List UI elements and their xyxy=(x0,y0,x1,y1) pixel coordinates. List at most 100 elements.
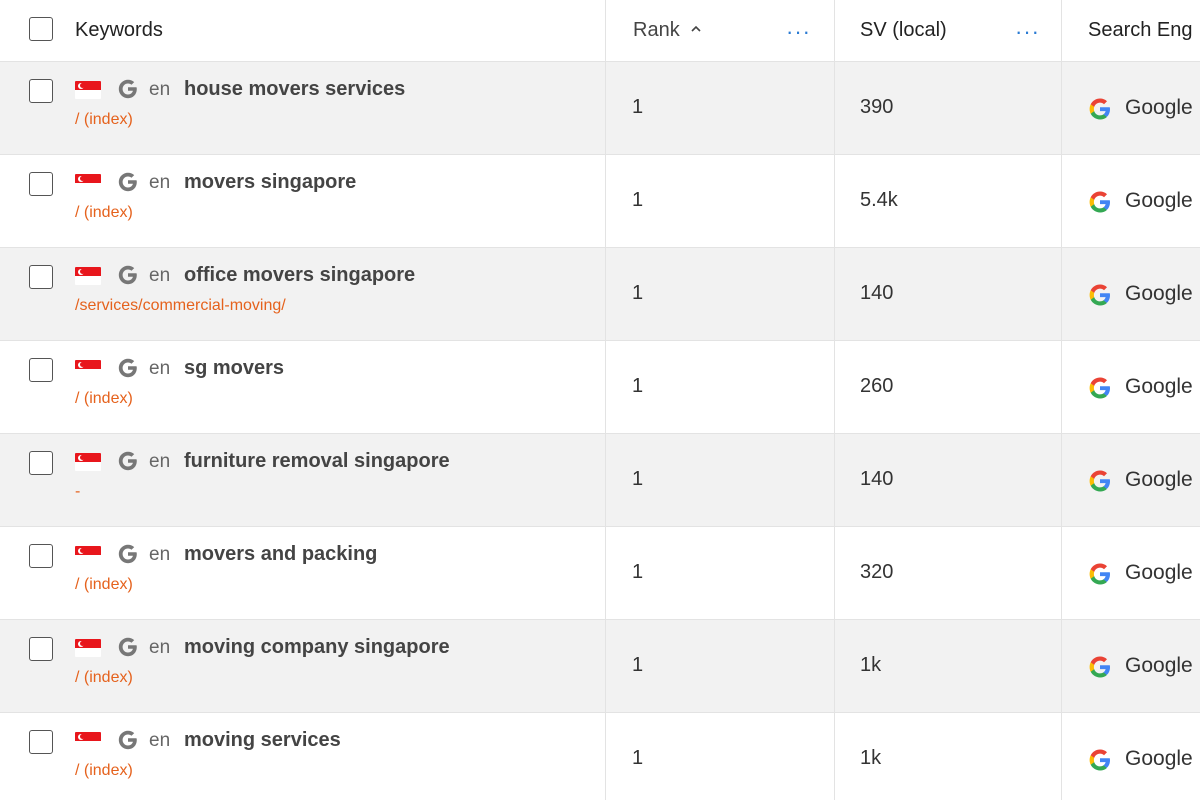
search-engine-name: Google xyxy=(1125,468,1193,491)
row-checkbox[interactable] xyxy=(29,265,53,289)
search-engine-cell: Google xyxy=(1062,155,1200,247)
table-row[interactable]: en house movers services / (index) 1 390… xyxy=(0,62,1200,155)
google-g-color-icon xyxy=(1089,749,1110,771)
rank-value: 1 xyxy=(632,561,644,583)
sv-more-options-icon[interactable]: ··· xyxy=(1015,21,1040,43)
ranking-url-link[interactable]: / (index) xyxy=(75,669,133,687)
language-code: en xyxy=(149,451,171,472)
rank-value: 1 xyxy=(632,468,644,490)
google-g-color-icon xyxy=(1089,563,1110,585)
table-row[interactable]: en moving company singapore / (index) 1 … xyxy=(0,620,1200,713)
sv-value: 140 xyxy=(860,468,894,490)
chevron-up-icon[interactable] xyxy=(691,24,701,34)
header-sv-cell[interactable]: SV (local) ··· xyxy=(835,0,1062,61)
singapore-flag-icon xyxy=(75,639,101,657)
rank-cell: 1 xyxy=(606,713,835,800)
rank-value: 1 xyxy=(632,375,644,397)
google-g-gray-icon xyxy=(118,265,137,285)
singapore-flag-icon xyxy=(75,81,101,99)
singapore-flag-icon xyxy=(75,174,101,192)
singapore-flag-icon xyxy=(75,546,101,564)
rank-more-options-icon[interactable]: ··· xyxy=(786,21,811,43)
sv-cell: 260 xyxy=(835,341,1062,433)
table-row[interactable]: en moving services / (index) 1 1k Google xyxy=(0,713,1200,800)
select-all-checkbox[interactable] xyxy=(29,17,53,41)
row-checkbox[interactable] xyxy=(29,637,53,661)
google-g-gray-icon xyxy=(118,730,137,750)
rank-cell: 1 xyxy=(606,620,835,712)
ranking-url-link[interactable]: / (index) xyxy=(75,111,133,129)
ranking-url-link[interactable]: / (index) xyxy=(75,576,133,594)
keyword-text[interactable]: movers singapore xyxy=(184,171,356,194)
keywords-table: Keywords Rank ··· SV (local) ··· Search … xyxy=(0,0,1200,800)
header-search-engine-cell[interactable]: Search Eng xyxy=(1062,0,1200,61)
sv-value: 1k xyxy=(860,654,882,676)
header-search-engine-label[interactable]: Search Eng xyxy=(1088,19,1193,42)
ranking-url-link[interactable]: /services/commercial-moving/ xyxy=(75,297,286,315)
google-g-color-icon xyxy=(1089,656,1110,678)
keyword-cell: en house movers services / (index) xyxy=(0,62,606,154)
keyword-cell: en movers and packing / (index) xyxy=(0,527,606,619)
header-keywords-cell: Keywords xyxy=(0,0,606,61)
ranking-url-link[interactable]: - xyxy=(75,483,80,501)
rank-cell: 1 xyxy=(606,155,835,247)
language-code: en xyxy=(149,544,171,565)
header-keywords-label[interactable]: Keywords xyxy=(75,19,163,42)
sv-value: 390 xyxy=(860,96,894,118)
sv-cell: 140 xyxy=(835,248,1062,340)
sv-cell: 140 xyxy=(835,434,1062,526)
keyword-text[interactable]: house movers services xyxy=(184,78,405,101)
table-row[interactable]: en movers and packing / (index) 1 320 Go… xyxy=(0,527,1200,620)
header-rank-label[interactable]: Rank xyxy=(633,19,680,42)
keyword-cell: en moving company singapore / (index) xyxy=(0,620,606,712)
rank-value: 1 xyxy=(632,96,644,118)
singapore-flag-icon xyxy=(75,732,101,750)
google-g-gray-icon xyxy=(118,358,137,378)
search-engine-name: Google xyxy=(1125,747,1193,770)
row-checkbox[interactable] xyxy=(29,172,53,196)
ranking-url-link[interactable]: / (index) xyxy=(75,204,133,222)
rank-value: 1 xyxy=(632,282,644,304)
google-g-gray-icon xyxy=(118,79,137,99)
google-g-color-icon xyxy=(1089,191,1110,213)
table-row[interactable]: en office movers singapore /services/com… xyxy=(0,248,1200,341)
sv-value: 140 xyxy=(860,282,894,304)
table-row[interactable]: en sg movers / (index) 1 260 Google xyxy=(0,341,1200,434)
singapore-flag-icon xyxy=(75,267,101,285)
search-engine-cell: Google xyxy=(1062,248,1200,340)
keyword-text[interactable]: furniture removal singapore xyxy=(184,450,450,473)
language-code: en xyxy=(149,730,171,751)
sv-value: 320 xyxy=(860,561,894,583)
search-engine-name: Google xyxy=(1125,561,1193,584)
google-g-gray-icon xyxy=(118,544,137,564)
language-code: en xyxy=(149,358,171,379)
search-engine-cell: Google xyxy=(1062,62,1200,154)
keyword-cell: en movers singapore / (index) xyxy=(0,155,606,247)
language-code: en xyxy=(149,79,171,100)
rank-cell: 1 xyxy=(606,527,835,619)
keyword-text[interactable]: sg movers xyxy=(184,357,284,380)
row-checkbox[interactable] xyxy=(29,544,53,568)
search-engine-cell: Google xyxy=(1062,434,1200,526)
keyword-text[interactable]: movers and packing xyxy=(184,543,377,566)
row-checkbox[interactable] xyxy=(29,358,53,382)
row-checkbox[interactable] xyxy=(29,451,53,475)
keyword-text[interactable]: office movers singapore xyxy=(184,264,415,287)
table-row[interactable]: en movers singapore / (index) 1 5.4k Goo… xyxy=(0,155,1200,248)
language-code: en xyxy=(149,637,171,658)
keyword-text[interactable]: moving company singapore xyxy=(184,636,450,659)
header-sv-label[interactable]: SV (local) xyxy=(860,19,947,42)
sv-cell: 5.4k xyxy=(835,155,1062,247)
search-engine-name: Google xyxy=(1125,375,1193,398)
row-checkbox[interactable] xyxy=(29,79,53,103)
table-row[interactable]: en furniture removal singapore - 1 140 G… xyxy=(0,434,1200,527)
sv-value: 1k xyxy=(860,747,882,769)
row-checkbox[interactable] xyxy=(29,730,53,754)
rank-cell: 1 xyxy=(606,434,835,526)
ranking-url-link[interactable]: / (index) xyxy=(75,762,133,780)
keyword-text[interactable]: moving services xyxy=(184,729,341,752)
search-engine-name: Google xyxy=(1125,189,1193,212)
ranking-url-link[interactable]: / (index) xyxy=(75,390,133,408)
rank-cell: 1 xyxy=(606,62,835,154)
header-rank-cell[interactable]: Rank ··· xyxy=(606,0,835,61)
